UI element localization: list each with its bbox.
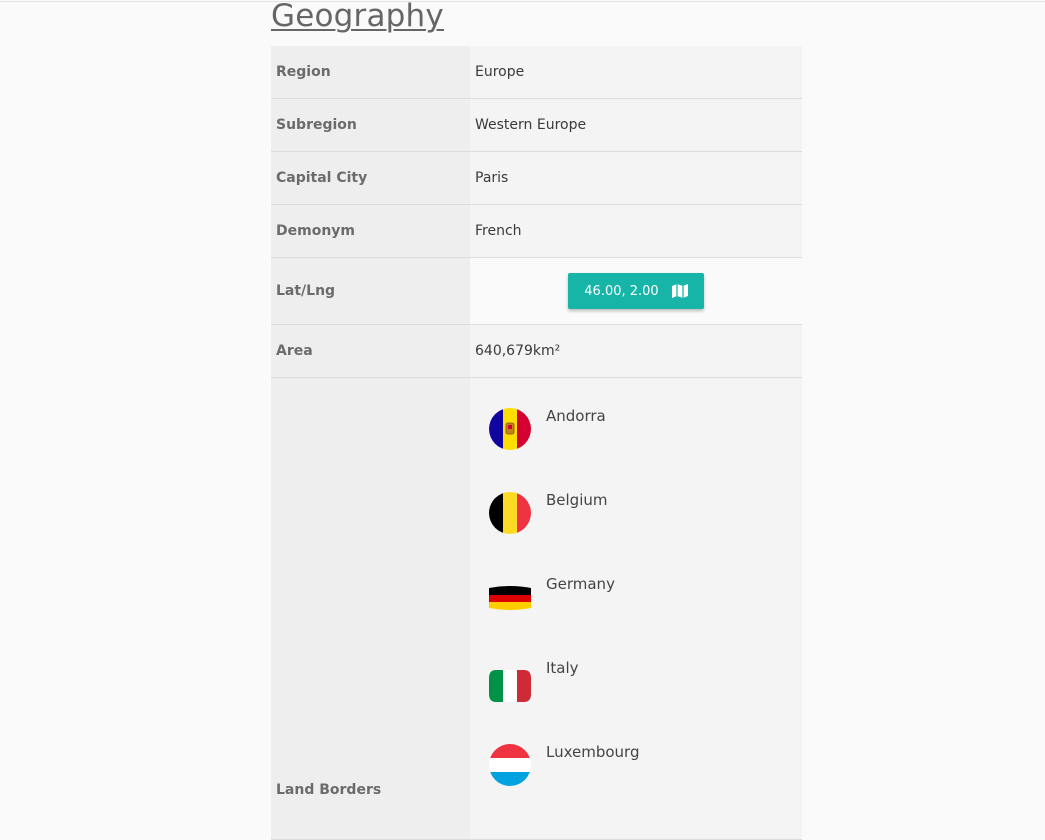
border-country-italy[interactable]: Italy xyxy=(489,630,797,714)
table-row-subregion: Subregion Western Europe xyxy=(271,98,802,152)
section-title[interactable]: Geography xyxy=(271,0,802,46)
geography-section: Geography Region Europe Subregion Wester… xyxy=(271,0,802,840)
table-row-region: Region Europe xyxy=(271,46,802,99)
country-name: Germany xyxy=(546,575,615,593)
row-label: Area xyxy=(271,324,470,378)
border-list-cell: Andorra Belgium Germany Italy Luxembourg xyxy=(470,377,802,840)
country-name: Luxembourg xyxy=(546,743,640,761)
border-country-germany[interactable]: Germany xyxy=(489,546,797,630)
border-country-list: Andorra Belgium Germany Italy Luxembourg xyxy=(475,378,797,798)
table-row-area: Area 640,679km² xyxy=(271,324,802,378)
country-name: Belgium xyxy=(546,491,608,509)
row-label: Lat/Lng xyxy=(271,257,470,325)
table-row-capital: Capital City Paris xyxy=(271,151,802,205)
row-label: Region xyxy=(271,46,470,99)
belgium-flag-icon xyxy=(489,492,531,534)
border-country-luxembourg[interactable]: Luxembourg xyxy=(489,714,797,798)
row-label: Demonym xyxy=(271,204,470,258)
table-row-latlng: Lat/Lng 46.00, 2.00 xyxy=(271,257,802,325)
country-name: Andorra xyxy=(546,407,606,425)
row-value: French xyxy=(470,204,802,258)
row-label: Subregion xyxy=(271,98,470,152)
table-row-demonym: Demonym French xyxy=(271,204,802,258)
luxembourg-flag-icon xyxy=(489,744,531,786)
geography-table: Region Europe Subregion Western Europe C… xyxy=(271,46,802,840)
row-value: Western Europe xyxy=(470,98,802,152)
row-value: Europe xyxy=(470,46,802,99)
border-country-andorra[interactable]: Andorra xyxy=(489,378,797,462)
border-country-belgium[interactable]: Belgium xyxy=(489,462,797,546)
germany-flag-icon xyxy=(489,576,531,618)
row-label: Land Borders xyxy=(271,377,470,840)
andorra-flag-icon xyxy=(489,408,531,450)
row-label: Capital City xyxy=(271,151,470,205)
coordinates-label: 46.00, 2.00 xyxy=(584,283,659,299)
map-icon xyxy=(671,284,688,298)
view-on-map-button[interactable]: 46.00, 2.00 xyxy=(568,273,704,309)
italy-flag-icon xyxy=(489,660,531,702)
row-value: 46.00, 2.00 xyxy=(470,257,802,325)
row-value: Paris xyxy=(470,151,802,205)
country-name: Italy xyxy=(546,659,579,677)
row-value: 640,679km² xyxy=(470,324,802,378)
table-row-borders: Land Borders Andorra Belgium Germany Ita… xyxy=(271,377,802,840)
